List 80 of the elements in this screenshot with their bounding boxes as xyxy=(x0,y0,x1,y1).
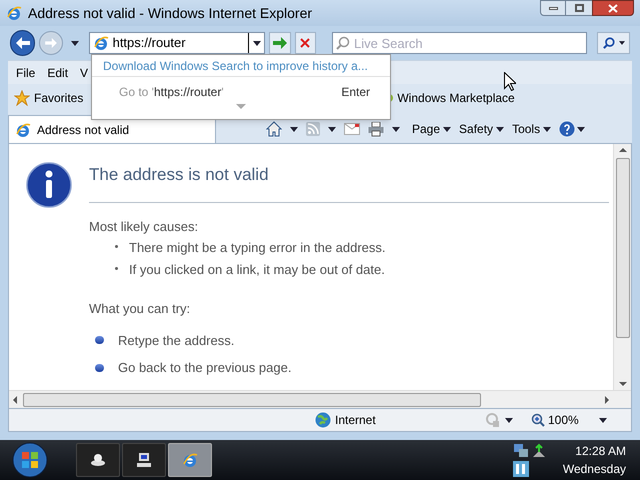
scroll-right-icon[interactable] xyxy=(605,396,609,404)
zoom-button[interactable]: 100% xyxy=(531,411,579,429)
section-title: Most likely causes: xyxy=(89,218,200,236)
app-icon xyxy=(6,5,22,21)
print-caret-icon[interactable] xyxy=(392,126,400,132)
tray-app-icon[interactable] xyxy=(512,461,529,477)
cause-text: If you clicked on a link, it may be out of date. xyxy=(129,260,385,279)
zoom-icon xyxy=(531,413,545,427)
help-button[interactable] xyxy=(559,121,586,137)
protected-caret-icon[interactable] xyxy=(505,418,513,422)
back-button[interactable] xyxy=(10,30,36,56)
section-title: What you can try: xyxy=(89,300,192,318)
goto-suggestion[interactable]: Go to 'https://router' Enter xyxy=(92,83,390,101)
mail-icon[interactable] xyxy=(344,123,360,135)
command-menu-button[interactable]: Tools xyxy=(512,120,552,138)
caret-icon xyxy=(618,41,625,45)
caret-icon xyxy=(577,126,586,132)
page-heading: The address is not valid xyxy=(89,162,609,202)
history-caret-icon[interactable] xyxy=(70,40,79,46)
taskbar-button[interactable] xyxy=(76,443,120,477)
help-icon xyxy=(559,121,576,137)
zoom-caret-icon[interactable] xyxy=(598,418,607,422)
caret-icon xyxy=(443,126,452,132)
taskbar-button[interactable] xyxy=(122,443,166,477)
suggestion-text: Go back to the previous page. xyxy=(118,359,292,377)
browser-icon xyxy=(182,452,198,468)
menu-item[interactable]: File xyxy=(16,64,36,82)
security-zone: Internet xyxy=(335,412,376,429)
maximize-button[interactable] xyxy=(566,0,592,16)
suggestion-text: Retype the address. xyxy=(118,332,234,350)
search-field[interactable]: Live Search xyxy=(332,32,588,54)
caret-icon xyxy=(496,126,504,132)
search-icon xyxy=(602,37,615,49)
caret-icon xyxy=(543,126,552,132)
home-caret-icon[interactable] xyxy=(290,126,298,132)
address-field[interactable]: https://router xyxy=(88,32,266,54)
address-text: https://router xyxy=(112,33,250,53)
minimize-button[interactable] xyxy=(540,0,566,16)
globe-icon xyxy=(315,412,331,428)
scroll-down-icon[interactable] xyxy=(618,382,626,386)
command-menu-button[interactable]: Safety xyxy=(459,120,504,138)
bullet-icon xyxy=(115,266,118,270)
close-button[interactable] xyxy=(592,0,634,16)
bullet-icon xyxy=(95,364,104,372)
go-button[interactable] xyxy=(269,32,291,54)
forward-arrow-icon xyxy=(44,38,57,48)
window-title: Address not valid - Windows Internet Explorer xyxy=(28,4,312,23)
info-icon xyxy=(26,162,72,208)
horizontal-scroll-thumb[interactable] xyxy=(23,392,481,406)
feeds-caret-icon[interactable] xyxy=(328,126,336,132)
go-arrow-icon xyxy=(272,37,287,49)
star-icon xyxy=(14,90,30,106)
address-dropdown-icon[interactable] xyxy=(253,40,262,46)
cause-text: There might be a typing error in the address. xyxy=(129,239,386,257)
search-icon xyxy=(336,36,350,50)
start-button[interactable] xyxy=(12,442,48,478)
command-menu-button[interactable]: Page xyxy=(412,120,452,138)
scroll-up-icon[interactable] xyxy=(618,148,626,152)
menu-item[interactable]: Edit xyxy=(47,64,68,82)
bullet-icon xyxy=(115,245,118,248)
vertical-scroll-thumb[interactable] xyxy=(616,158,630,338)
mouse-pointer-icon xyxy=(504,72,516,91)
search-button[interactable] xyxy=(597,32,630,54)
printer-icon[interactable] xyxy=(368,122,384,136)
back-arrow-icon xyxy=(16,37,30,49)
stop-icon xyxy=(300,38,310,48)
network-icon[interactable] xyxy=(512,443,529,459)
computer-icon xyxy=(136,452,152,468)
menu-item[interactable]: V xyxy=(80,64,88,82)
close-icon xyxy=(608,4,618,12)
clock-day[interactable]: Wednesday xyxy=(562,460,626,478)
ie-logo-icon xyxy=(92,35,109,51)
bullet-icon xyxy=(95,336,104,344)
scroll-left-icon[interactable] xyxy=(13,396,17,404)
stop-button[interactable] xyxy=(294,32,316,54)
clock-time[interactable]: 12:28 AM xyxy=(575,442,626,460)
favorites-button[interactable]: Favorites xyxy=(14,89,84,107)
home-icon[interactable] xyxy=(266,121,282,137)
download-search-link[interactable]: Download Windows Search to improve history a... xyxy=(92,55,390,77)
page-icon xyxy=(15,122,31,138)
